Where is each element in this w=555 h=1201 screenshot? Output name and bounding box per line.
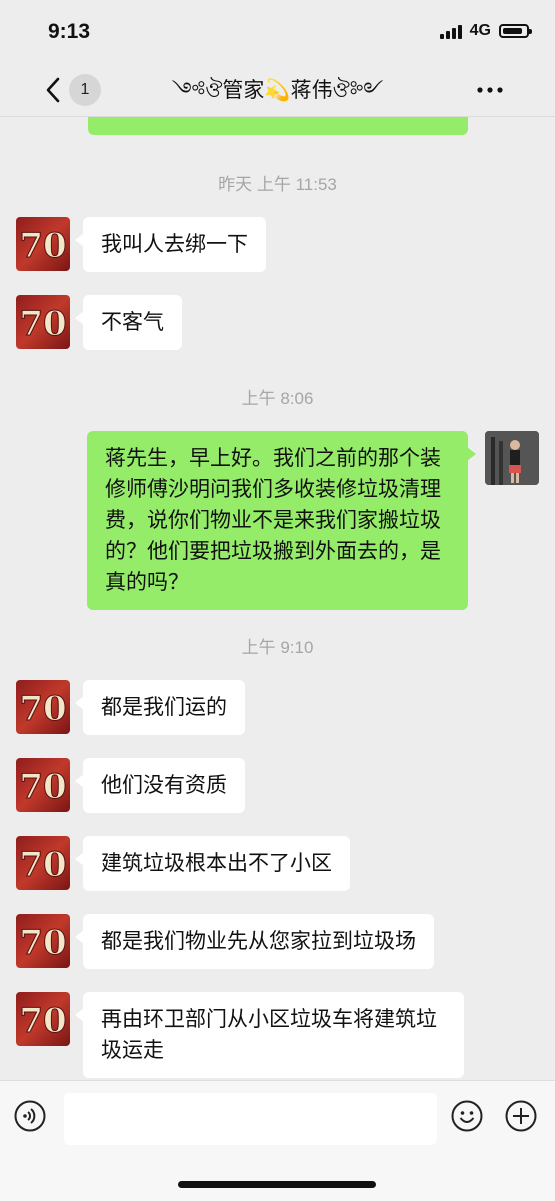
message-bubble-incoming[interactable]: 都是我们运的 [75, 680, 245, 735]
my-avatar[interactable] [485, 431, 539, 485]
contact-avatar[interactable]: 70 [16, 295, 70, 349]
battery-fill [503, 28, 522, 34]
svg-text:70: 70 [19, 226, 66, 266]
message-bubble-incoming[interactable]: 我叫人去绑一下 [75, 217, 266, 272]
svg-text:70: 70 [19, 923, 66, 963]
message-input[interactable] [64, 1093, 437, 1145]
contact-avatar[interactable]: 70 [16, 217, 70, 271]
message-list[interactable]: 昨天 上午 11:53 70 我叫人去绑一下 70 不客气 上午 8:06 蒋先… [0, 117, 555, 1080]
signal-icon [439, 23, 462, 39]
voice-icon[interactable] [14, 1100, 46, 1132]
plus-icon[interactable] [505, 1100, 537, 1132]
partial-outgoing-bubble[interactable] [88, 117, 468, 135]
message-bubble-incoming[interactable]: 他们没有资质 [75, 758, 245, 813]
message-bubble-incoming[interactable]: 都是我们物业先从您家拉到垃圾场 [75, 914, 434, 969]
svg-text:70: 70 [19, 767, 66, 807]
message-bubble-outgoing[interactable]: 蒋先生，早上好。我们之前的那个装修师傅沙明问我们多收装修垃圾清理费，说你们物业不… [87, 431, 476, 610]
status-time: 9:13 [48, 20, 91, 43]
status-right: 4G [439, 22, 532, 40]
svg-text:70: 70 [19, 689, 66, 729]
contact-avatar[interactable]: 70 [16, 758, 70, 812]
contact-avatar[interactable]: 70 [16, 992, 70, 1046]
emoji-icon[interactable] [451, 1100, 483, 1132]
chat-title: ༺ঔ管家💫蒋伟ঔ༻ [171, 78, 384, 102]
chevron-left-icon[interactable] [44, 76, 64, 104]
timestamp: 昨天 上午 11:53 [218, 175, 337, 194]
message-bubble-incoming[interactable]: 不客气 [75, 295, 182, 350]
svg-text:70: 70 [19, 304, 66, 344]
status-bar: 9:13 4G [0, 0, 555, 64]
network-label: 4G [469, 22, 491, 39]
chat-header: 1 ༺ঔ管家💫蒋伟ঔ༻ [0, 64, 555, 117]
battery-icon [499, 24, 532, 38]
svg-text:70: 70 [19, 1001, 66, 1041]
contact-avatar[interactable]: 70 [16, 680, 70, 734]
message-bubble-incoming[interactable]: 再由环卫部门从小区垃圾车将建筑垃圾运走 [75, 992, 464, 1078]
unread-count-badge[interactable]: 1 [69, 74, 101, 106]
more-dots-icon[interactable] [475, 80, 505, 100]
timestamp: 上午 9:10 [241, 638, 314, 657]
contact-avatar[interactable]: 70 [16, 836, 70, 890]
contact-avatar[interactable]: 70 [16, 914, 70, 968]
timestamp: 上午 8:06 [241, 389, 314, 408]
message-bubble-incoming[interactable]: 建筑垃圾根本出不了小区 [75, 836, 350, 891]
home-indicator[interactable] [178, 1181, 376, 1188]
svg-text:70: 70 [19, 845, 66, 885]
